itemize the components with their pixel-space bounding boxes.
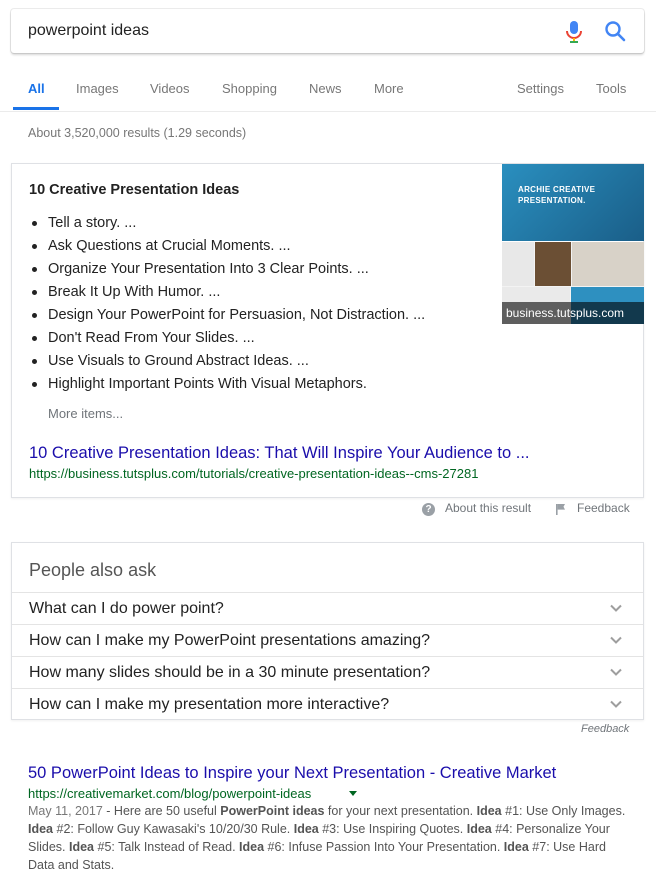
snippet-text: #6: Infuse Passion Into Your Presentatio… bbox=[264, 840, 504, 854]
active-tab-indicator bbox=[13, 107, 59, 110]
thumbnail-slide-preview: ARCHIE CREATIVE PRESENTATION. bbox=[502, 164, 644, 241]
help-icon[interactable]: ? bbox=[422, 503, 435, 516]
tab-shopping[interactable]: Shopping bbox=[222, 81, 277, 96]
people-also-ask-title: People also ask bbox=[29, 560, 157, 580]
snippet-highlight: Idea bbox=[476, 804, 502, 818]
paa-question[interactable]: How many slides should be in a 30 minute… bbox=[12, 656, 643, 689]
snippet-highlight: Idea bbox=[466, 822, 492, 836]
tab-more[interactable]: More bbox=[374, 81, 404, 96]
featured-snippet-thumbnail[interactable]: ARCHIE CREATIVE PRESENTATION. business.t… bbox=[502, 164, 644, 324]
featured-snippet-url: https://business.tutsplus.com/tutorials/… bbox=[29, 466, 479, 481]
snippet-text: #5: Talk Instead of Read. bbox=[94, 840, 240, 854]
tab-images[interactable]: Images bbox=[76, 81, 119, 96]
list-item: Organize Your Presentation Into 3 Clear … bbox=[31, 258, 425, 281]
featured-snippet-title: 10 Creative Presentation Ideas bbox=[29, 182, 240, 198]
list-item: Ask Questions at Crucial Moments. ... bbox=[31, 235, 425, 258]
paa-question-text: What can I do power point? bbox=[29, 600, 224, 617]
snippet-highlight: Idea bbox=[503, 840, 529, 854]
result-date: May 11, 2017 bbox=[28, 804, 103, 818]
snippet-highlight: Idea bbox=[239, 840, 265, 854]
more-items-link[interactable]: More items... bbox=[48, 406, 123, 421]
chevron-down-icon bbox=[610, 668, 622, 676]
search-box[interactable]: powerpoint ideas bbox=[11, 9, 644, 53]
snippet-text: #3: Use Inspiring Quotes. bbox=[318, 822, 467, 836]
chevron-down-icon bbox=[610, 604, 622, 612]
paa-question-text: How can I make my PowerPoint presentatio… bbox=[29, 632, 431, 649]
search-input[interactable]: powerpoint ideas bbox=[28, 22, 149, 40]
feedback-link[interactable]: Feedback bbox=[577, 501, 630, 515]
about-this-result-link[interactable]: About this result bbox=[445, 501, 531, 515]
list-item: Highlight Important Points With Visual M… bbox=[31, 373, 425, 396]
list-item: Tell a story. ... bbox=[31, 212, 425, 235]
featured-snippet-list: Tell a story. ... Ask Questions at Cruci… bbox=[31, 212, 425, 396]
thumbnail-slide bbox=[572, 242, 644, 286]
tab-settings[interactable]: Settings bbox=[517, 81, 564, 96]
result-title-link[interactable]: 50 PowerPoint Ideas to Inspire your Next… bbox=[28, 764, 556, 783]
flag-icon[interactable] bbox=[555, 503, 567, 515]
result-stats: About 3,520,000 results (1.29 seconds) bbox=[28, 126, 247, 140]
tab-news[interactable]: News bbox=[309, 81, 342, 96]
search-icon[interactable] bbox=[604, 20, 626, 42]
featured-snippet-link[interactable]: 10 Creative Presentation Ideas: That Wil… bbox=[29, 444, 530, 463]
thumbnail-slide bbox=[535, 242, 571, 286]
snippet-highlight: Idea bbox=[69, 840, 95, 854]
snippet-highlight: Idea bbox=[28, 822, 54, 836]
chevron-down-icon bbox=[610, 700, 622, 708]
thumbnail-slide-text: ARCHIE CREATIVE PRESENTATION. bbox=[518, 185, 596, 205]
snippet-text: #1: Use Only Images. bbox=[501, 804, 626, 818]
result-snippet: May 11, 2017 - Here are 50 useful PowerP… bbox=[28, 802, 628, 874]
paa-question-text: How many slides should be in a 30 minute… bbox=[29, 664, 431, 681]
paa-question[interactable]: How can I make my PowerPoint presentatio… bbox=[12, 624, 643, 657]
thumbnail-slide bbox=[502, 242, 534, 286]
featured-snippet: 10 Creative Presentation Ideas Tell a st… bbox=[11, 163, 644, 498]
list-item: Don't Read From Your Slides. ... bbox=[31, 327, 425, 350]
chevron-down-icon bbox=[610, 636, 622, 644]
tab-all[interactable]: All bbox=[28, 81, 45, 96]
people-also-ask: People also ask What can I do power poin… bbox=[11, 542, 644, 720]
search-tabs: All Images Videos Shopping News More Set… bbox=[0, 60, 656, 112]
result-url: https://creativemarket.com/blog/powerpoi… bbox=[28, 786, 312, 801]
snippet-highlight: Idea bbox=[293, 822, 319, 836]
list-item: Use Visuals to Ground Abstract Ideas. ..… bbox=[31, 350, 425, 373]
tab-videos[interactable]: Videos bbox=[150, 81, 190, 96]
paa-feedback-link[interactable]: Feedback bbox=[581, 723, 629, 735]
snippet-text: - Here are 50 useful bbox=[102, 804, 221, 818]
snippet-text: #2: Follow Guy Kawasaki's 10/20/30 Rule. bbox=[53, 822, 294, 836]
paa-question-text: How can I make my presentation more inte… bbox=[29, 696, 390, 713]
url-dropdown-caret-icon[interactable] bbox=[349, 791, 357, 796]
microphone-icon[interactable] bbox=[564, 20, 584, 44]
snippet-highlight: PowerPoint ideas bbox=[220, 804, 325, 818]
tab-tools[interactable]: Tools bbox=[596, 81, 626, 96]
paa-question[interactable]: What can I do power point? bbox=[12, 592, 643, 625]
list-item: Break It Up With Humor. ... bbox=[31, 281, 425, 304]
snippet-text: for your next presentation. bbox=[324, 804, 477, 818]
list-item: Design Your PowerPoint for Persuasion, N… bbox=[31, 304, 425, 327]
thumbnail-caption: business.tutsplus.com bbox=[502, 302, 644, 324]
paa-question[interactable]: How can I make my presentation more inte… bbox=[12, 688, 643, 721]
